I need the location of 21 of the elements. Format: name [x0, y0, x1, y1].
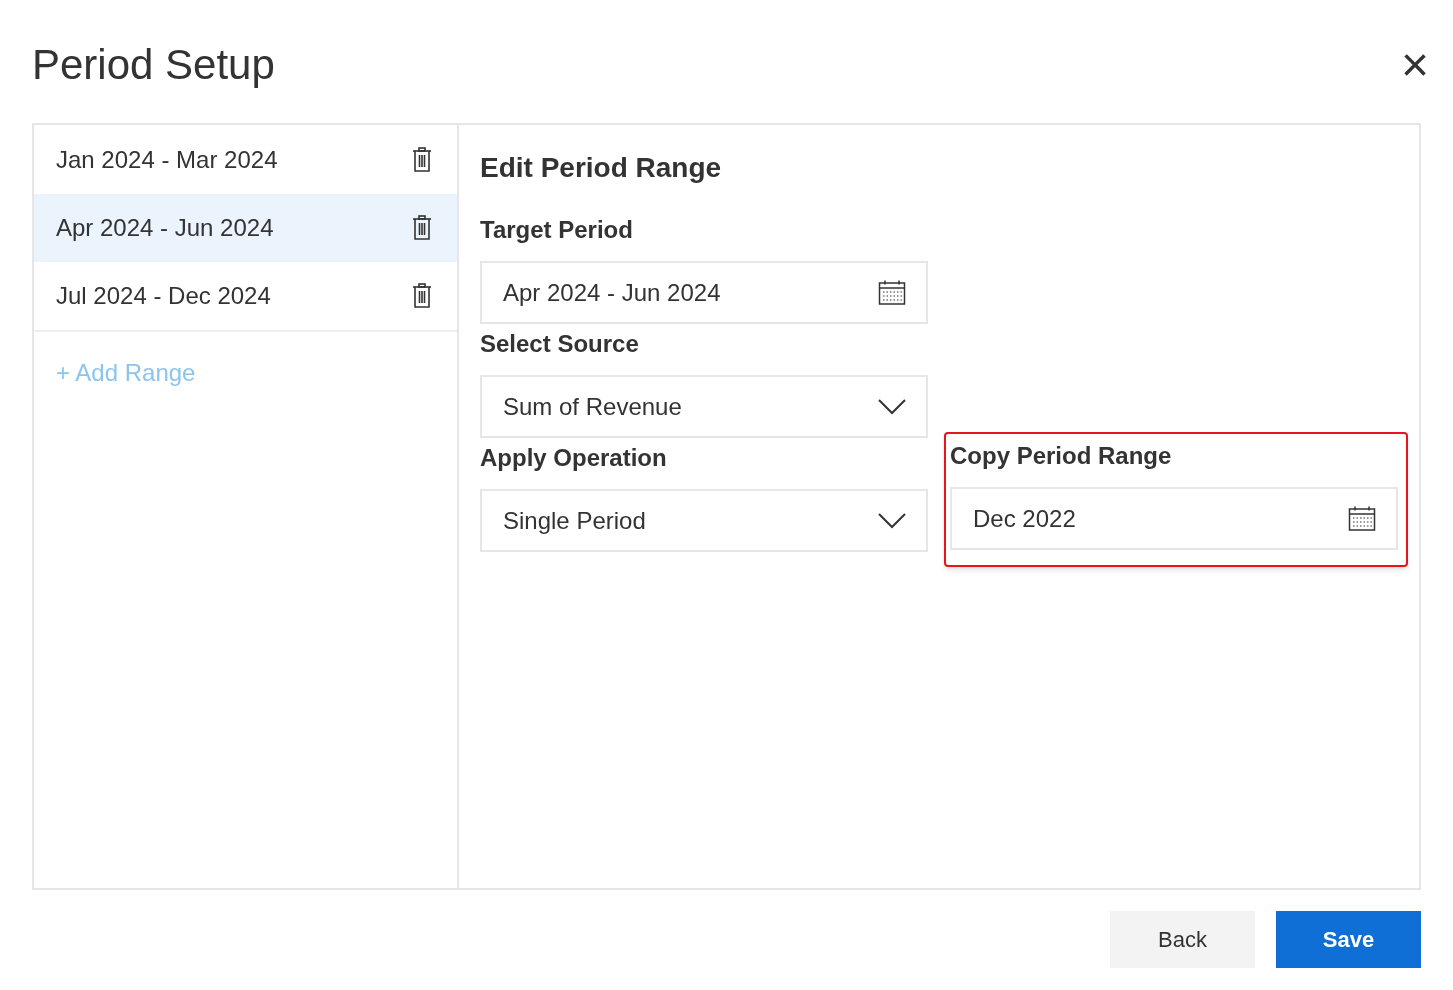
field-label: Target Period [480, 216, 634, 244]
range-item[interactable]: Apr 2024 - Jun 2024 [34, 194, 457, 262]
close-button[interactable]: × [1395, 40, 1435, 89]
trash-icon[interactable] [412, 147, 432, 173]
field-label: Select Source [480, 330, 640, 358]
dropdown[interactable]: Single Period [480, 489, 928, 552]
dialog-title: Period Setup [32, 39, 275, 90]
trash-icon[interactable] [412, 215, 432, 241]
date-field[interactable]: Apr 2024 - Jun 2024 [480, 261, 928, 324]
field-label: Copy Period Range [950, 442, 1173, 470]
calendar-icon [1348, 505, 1376, 532]
dropdown[interactable]: Sum of Revenue [480, 375, 928, 438]
section-heading: Edit Period Range [480, 151, 723, 185]
date-field[interactable]: Dec 2022 [950, 487, 1398, 550]
chevron-down-icon [878, 398, 906, 415]
save-button[interactable]: Save [1276, 911, 1421, 968]
back-button[interactable]: Back [1110, 911, 1255, 968]
chevron-down-icon [878, 512, 906, 529]
trash-icon[interactable] [412, 283, 432, 309]
calendar-icon [878, 279, 906, 306]
field-label: Apply Operation [480, 444, 668, 472]
